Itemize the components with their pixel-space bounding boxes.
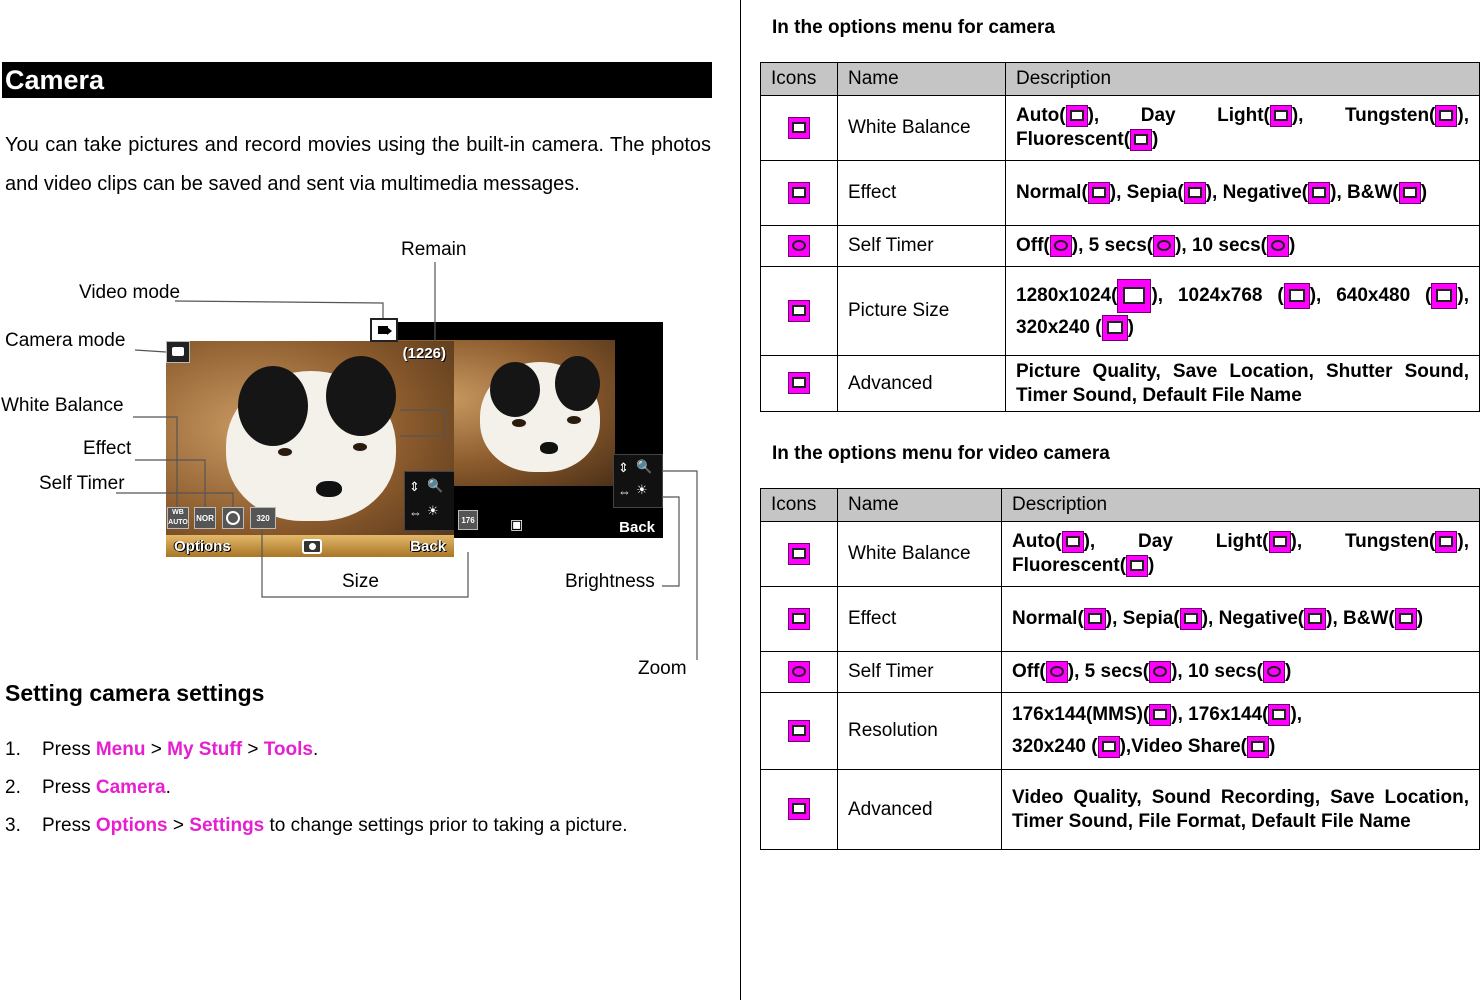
white-balance-icon <box>788 542 810 565</box>
table-row: Effect Normal(), Sepia(), Negative(), B&… <box>760 586 1480 652</box>
daylight-icon <box>1269 104 1292 127</box>
resolution-icon <box>788 719 810 742</box>
step-item: 1. Press Menu > My Stuff > Tools. <box>5 739 319 760</box>
daylight-icon <box>1268 530 1291 553</box>
effect-icon <box>788 181 810 204</box>
camera-options-table: Icons Name Description White Balance Aut… <box>760 62 1480 412</box>
advanced-icon <box>788 798 810 821</box>
options-keyword: Options <box>95 815 168 836</box>
camera-options-heading: In the options menu for camera <box>772 17 1055 38</box>
fluorescent-icon <box>1126 554 1149 577</box>
step-item: 3. Press Options > Settings to change set… <box>5 815 628 836</box>
normal-icon <box>1083 607 1106 630</box>
white-balance-icon <box>788 116 810 139</box>
size-640-icon <box>1431 283 1458 309</box>
timer-10-icon <box>1267 234 1289 257</box>
self-timer-label: Self Timer <box>39 473 125 494</box>
video-options-table: Icons Name Description White Balance Aut… <box>760 488 1480 850</box>
menu-keyword: Menu <box>95 739 146 760</box>
remain-label: Remain <box>401 239 467 260</box>
size-label: Size <box>342 571 379 592</box>
effect-label: Effect <box>83 438 132 459</box>
res-176-icon <box>1268 703 1291 726</box>
self-timer-icon <box>788 234 810 257</box>
res-176-mms-icon <box>1149 703 1172 726</box>
table-row: Advanced Picture Quality, Save Location,… <box>760 355 1480 412</box>
step-item: 2. Press Camera. <box>5 777 171 798</box>
table-header-row: Icons Name Description <box>760 62 1480 96</box>
table-row: Self Timer Off(), 5 secs(), 10 secs() <box>760 225 1480 267</box>
negative-icon <box>1304 607 1327 630</box>
timer-off-icon <box>1045 660 1068 683</box>
wb-auto-icon <box>1065 104 1088 127</box>
size-320-icon <box>1101 314 1128 341</box>
size-1280-icon <box>1117 279 1152 313</box>
negative-icon <box>1308 181 1331 204</box>
tungsten-icon <box>1435 104 1458 127</box>
sepia-icon <box>1179 607 1202 630</box>
camera-mode-label: Camera mode <box>5 330 126 351</box>
tungsten-icon <box>1435 530 1458 553</box>
table-row: White Balance Auto(), Day Light(), Tungs… <box>760 521 1480 587</box>
camera-keyword: Camera <box>95 777 166 798</box>
timer-5-icon <box>1153 234 1176 257</box>
res-320-icon <box>1097 735 1120 758</box>
timer-off-icon <box>1049 234 1072 257</box>
bw-icon <box>1394 607 1417 630</box>
zoom-label: Zoom <box>638 658 687 679</box>
table-header-row: Icons Name Description <box>760 488 1480 522</box>
sepia-icon <box>1183 181 1206 204</box>
wb-auto-icon <box>1061 530 1084 553</box>
tools-keyword: Tools <box>263 739 313 760</box>
table-row: Self Timer Off(), 5 secs(), 10 secs() <box>760 651 1480 693</box>
advanced-icon <box>788 372 810 395</box>
my-stuff-keyword: My Stuff <box>167 739 243 760</box>
bw-icon <box>1398 181 1421 204</box>
brightness-label: Brightness <box>565 571 655 592</box>
fluorescent-icon <box>1130 128 1153 151</box>
settings-steps: 1. Press Menu > My Stuff > Tools. 2. Press… <box>5 732 628 846</box>
video-mode-label: Video mode <box>79 282 181 303</box>
timer-10-icon <box>1263 660 1285 683</box>
white-balance-label: White Balance <box>1 395 124 416</box>
table-row: Resolution 176x144(MMS)(), 176x144(), 320… <box>760 692 1480 770</box>
table-row: Advanced Video Quality, Sound Recording,… <box>760 769 1480 850</box>
video-share-icon <box>1246 735 1269 758</box>
timer-5-icon <box>1149 660 1172 683</box>
picture-size-icon <box>788 299 810 322</box>
settings-keyword: Settings <box>189 815 265 836</box>
video-options-heading: In the options menu for video camera <box>772 443 1110 464</box>
self-timer-icon <box>788 660 810 683</box>
settings-heading: Setting camera settings <box>5 680 265 706</box>
table-row: Picture Size 1280x1024(), 1024x768 (), 6… <box>760 266 1480 356</box>
table-row: White Balance Auto(), Day Light(), Tungs… <box>760 95 1480 161</box>
table-row: Effect Normal(), Sepia(), Negative(), B&… <box>760 160 1480 226</box>
normal-icon <box>1087 181 1110 204</box>
effect-icon <box>788 607 810 630</box>
size-1024-icon <box>1283 283 1310 309</box>
